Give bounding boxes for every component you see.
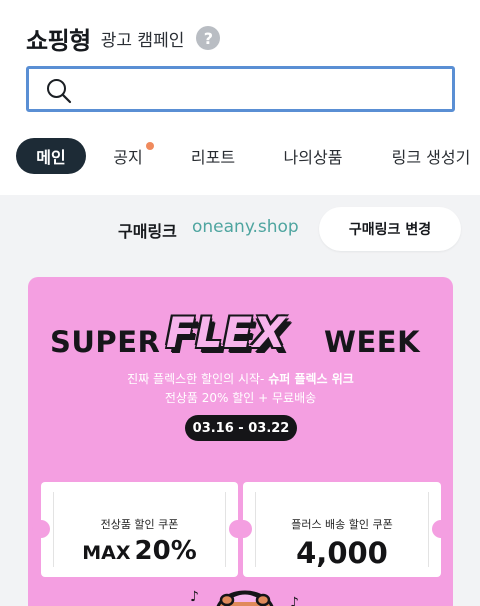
headline-flex: FLEX [166,308,287,357]
promo-banner[interactable]: SUPER FLEX WEEK 진짜 플렉스한 할인의 시작- 슈퍼 플렉스 위… [28,277,453,606]
headline-week: WEEK [324,325,421,359]
question-circle-icon[interactable]: ? [196,26,221,50]
title-row: 쇼핑형 광고 캠페인 ? [26,18,221,58]
date-range-badge: 03.16 - 03.22 [185,415,297,441]
banner-subtagline: 전상품 20% 할인 + 무료배송 [164,391,317,405]
coupon-name: 전상품 할인 쿠폰 [100,518,179,531]
purchase-link-url[interactable]: oneany.shop [192,217,299,237]
tab-label: 메인 [36,148,66,167]
tab-label: 링크 생성기 [391,148,471,167]
tab-label: 나의상품 [283,148,343,167]
banner-headline: SUPER FLEX WEEK [28,307,453,367]
tab-label: 공지 [113,148,143,167]
coupon-prefix: MAX [82,542,131,564]
coupon-inner: 플러스 배송 할인 쿠폰 4,000 [255,492,429,570]
tab-notice[interactable]: 공지 [110,138,154,174]
tab-my-products[interactable]: 나의상품 [280,138,346,174]
banner-tagline: 진짜 플렉스한 할인의 시작- 슈퍼 플렉스 위크 [28,370,453,387]
mascot-illustration [216,590,274,606]
tab-report[interactable]: 리포트 [186,138,240,174]
music-note-icon: ♪ [190,589,199,605]
tab-link-generator[interactable]: 링크 생성기 [386,138,476,174]
page-title: 쇼핑형 [26,26,91,55]
coupon-name: 플러스 배송 할인 쿠폰 [291,518,393,531]
headline-super: SUPER [50,325,161,359]
purchase-link-row: 구매링크 oneany.shop 구매링크 변경 [0,205,480,251]
purchase-link-label: 구매링크 [118,222,177,241]
coupon-value: MAX 20% [54,536,225,566]
search-bar[interactable] [26,66,455,112]
music-note-icon: ♪ [290,595,299,606]
page-subtitle: 광고 캠페인 [100,30,185,51]
tagline-prefix: 진짜 플렉스한 할인의 시작- [127,372,269,386]
coupon-notch [234,520,252,538]
tab-label: 리포트 [190,148,236,167]
search-icon [47,79,72,104]
header-panel: 쇼핑형 광고 캠페인 ? 메인 공지 리포트 나의상품 링크 생성기 [0,0,480,195]
tab-bar: 메인 공지 리포트 나의상품 링크 생성기 [0,138,480,174]
tagline-bold: 슈퍼 플렉스 위크 [268,372,354,386]
change-purchase-link-button[interactable]: 구매링크 변경 [319,207,461,251]
coupon-notch [432,520,450,538]
coupon-amount: 20% [134,536,197,566]
coupon-inner: 전상품 할인 쿠폰 MAX 20% [53,492,226,567]
coupon-plus-shipping[interactable]: 플러스 배송 할인 쿠폰 4,000 [234,482,450,577]
coupon-amount: 4,000 [296,536,388,570]
tab-main[interactable]: 메인 [16,138,86,174]
coupon-all-products[interactable]: 전상품 할인 쿠폰 MAX 20% [32,482,247,577]
coupon-notch [32,520,50,538]
notification-dot [146,142,154,150]
